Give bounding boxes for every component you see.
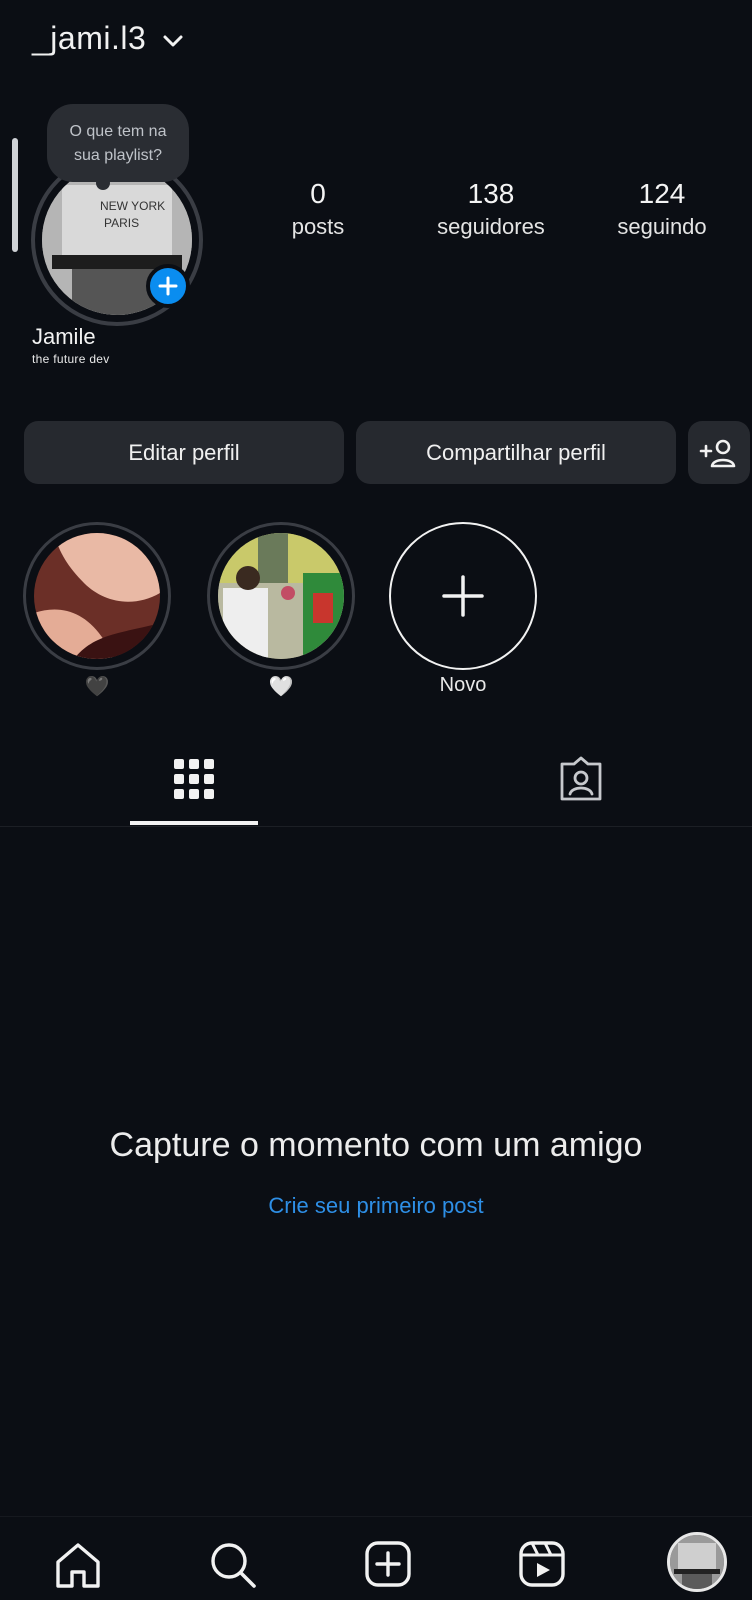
active-tab-indicator (130, 821, 258, 825)
chevron-down-icon[interactable] (162, 30, 184, 52)
stat-following-label: seguindo (617, 214, 707, 239)
stat-posts-label: posts (291, 214, 345, 239)
home-icon[interactable] (50, 1536, 106, 1592)
new-highlight-caption: Novo (439, 674, 487, 696)
edit-profile-button[interactable]: Editar perfil (24, 421, 344, 484)
stat-following-value: 124 (638, 178, 686, 209)
grid-icon[interactable] (172, 757, 216, 801)
highlight-2-caption: 🤍 (268, 676, 294, 698)
stat-posts[interactable]: 0 posts (238, 176, 398, 240)
highlight-2[interactable] (218, 533, 344, 659)
plus-icon (158, 276, 178, 296)
discover-people-button[interactable] (688, 421, 750, 484)
stat-following[interactable]: 124 seguindo (582, 176, 742, 240)
highlight-1-caption: 🖤 (84, 676, 110, 698)
highlight-1[interactable] (34, 533, 160, 659)
new-highlight-button[interactable] (389, 522, 537, 670)
create-icon[interactable] (360, 1536, 416, 1592)
add-story-button[interactable] (146, 264, 190, 308)
share-profile-button[interactable]: Compartilhar perfil (356, 421, 676, 484)
add-person-icon (699, 439, 736, 467)
plus-icon (442, 575, 484, 617)
scroll-indicator (12, 138, 18, 252)
profile-bio: the future dev (32, 352, 110, 366)
profile-name: Jamile (32, 324, 96, 349)
stat-followers-label: seguidores (437, 214, 545, 239)
create-first-post-link[interactable]: Crie seu primeiro post (0, 1193, 752, 1219)
note-bubble[interactable]: O que tem na sua playlist? (47, 104, 189, 182)
svg-text:PARIS: PARIS (104, 216, 139, 230)
username-title[interactable]: _jami.l3 (32, 20, 146, 57)
stat-posts-value: 0 (310, 178, 326, 209)
bottom-nav-divider (0, 1516, 752, 1517)
search-icon[interactable] (204, 1536, 260, 1592)
profile-avatar[interactable] (667, 1532, 727, 1592)
note-text-line1: O que tem na (69, 123, 167, 140)
stat-followers-value: 138 (467, 178, 515, 209)
tagged-icon[interactable] (558, 756, 604, 802)
svg-text:NEW YORK: NEW YORK (100, 199, 165, 213)
note-text-line2: sua playlist? (73, 147, 163, 164)
share-profile-label: Compartilhar perfil (426, 439, 606, 465)
empty-state-title: Capture o momento com um amigo (109, 1126, 643, 1164)
edit-profile-label: Editar perfil (128, 439, 240, 465)
stat-followers[interactable]: 138 seguidores (411, 176, 571, 240)
reels-icon[interactable] (514, 1536, 570, 1592)
tabs-divider (0, 826, 752, 827)
